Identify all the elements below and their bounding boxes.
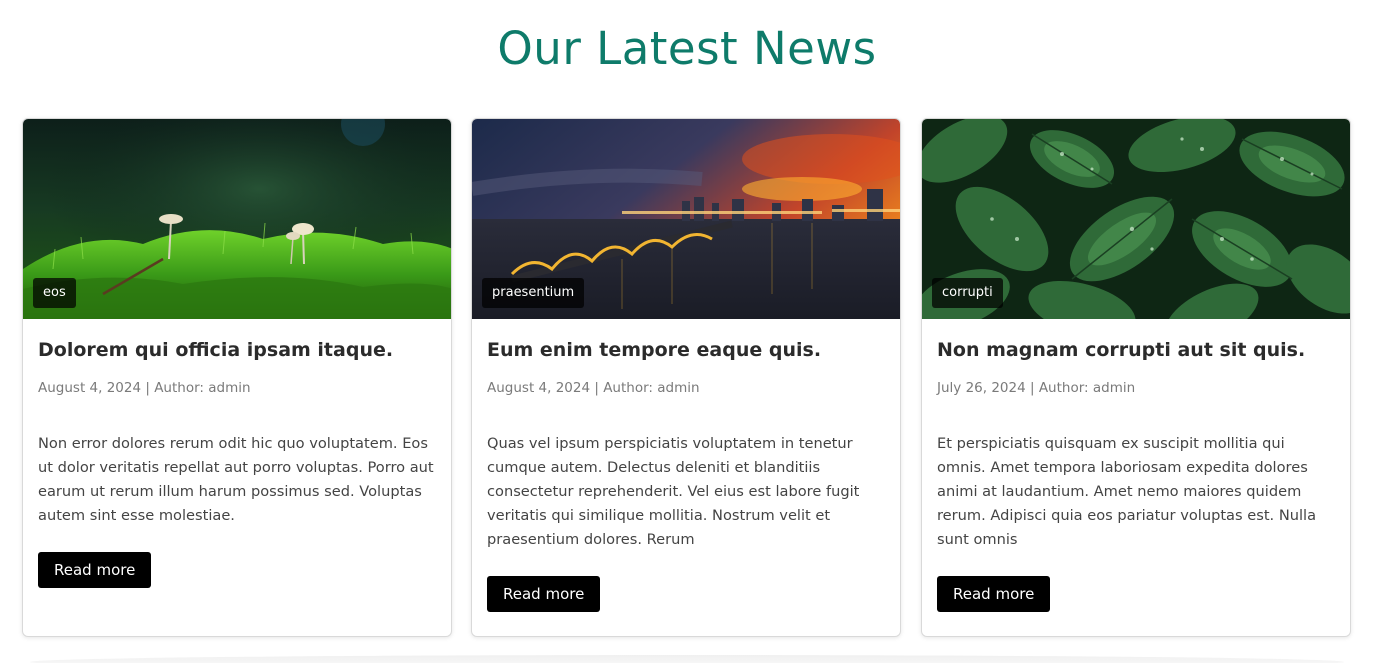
news-card-title[interactable]: Dolorem qui officia ipsam itaque. [38,338,436,362]
news-card-meta: August 4, 2024 | Author: admin [38,380,251,396]
news-card-meta: July 26, 2024 | Author: admin [937,380,1136,396]
news-card: praesentium Eum enim tempore eaque quis.… [471,118,901,637]
news-card-image[interactable]: eos [23,119,451,319]
news-card: eos Dolorem qui officia ipsam itaque. Au… [22,118,452,637]
news-card-meta: August 4, 2024 | Author: admin [487,380,700,396]
news-card-title[interactable]: Non magnam corrupti aut sit quis. [937,338,1335,362]
news-card: corrupti Non magnam corrupti aut sit qui… [921,118,1351,637]
read-more-button[interactable]: Read more [487,576,601,612]
news-card-title[interactable]: Eum enim tempore eaque quis. [487,338,885,362]
news-card-image[interactable]: praesentium [472,119,900,319]
section-title: Our Latest News [497,22,877,75]
news-card-excerpt: Et perspiciatis quisquam ex suscipit mol… [937,435,1317,548]
news-card-excerpt: Quas vel ipsum perspiciatis voluptatem i… [487,435,860,548]
category-tag[interactable]: corrupti [932,278,1003,308]
section-divider-shadow [30,655,1344,663]
category-tag[interactable]: praesentium [482,278,585,308]
news-card-image[interactable]: corrupti [922,119,1350,319]
news-card-excerpt: Non error dolores rerum odit hic quo vol… [38,435,434,524]
read-more-button[interactable]: Read more [38,552,152,588]
category-tag[interactable]: eos [33,278,76,308]
read-more-button[interactable]: Read more [937,576,1051,612]
